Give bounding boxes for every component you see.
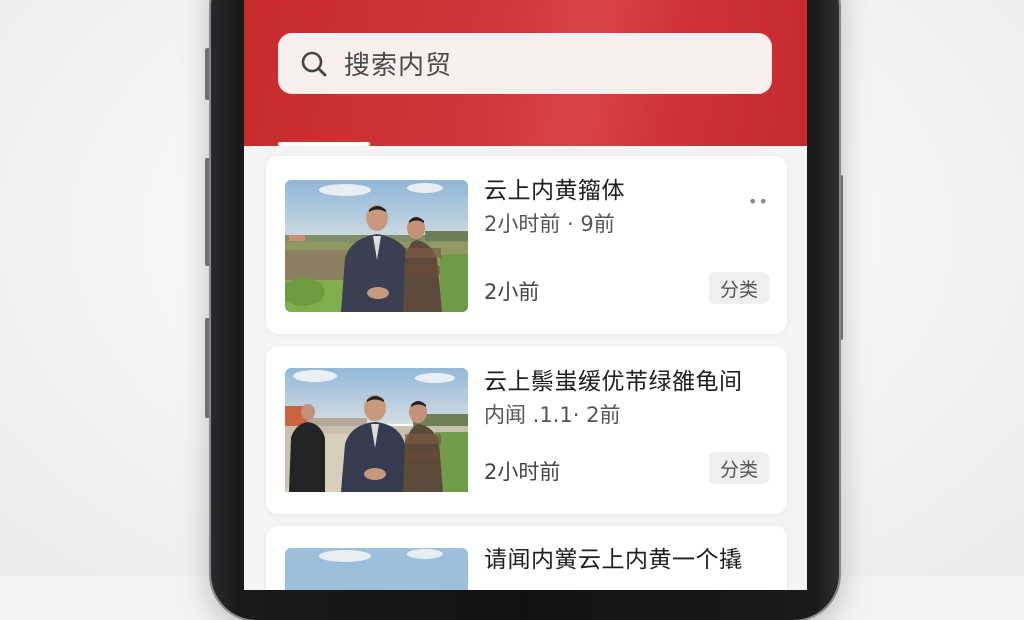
thumbnail-image xyxy=(285,548,468,590)
search-bar[interactable]: 搜索内贸 xyxy=(278,33,772,94)
card-time: 2小前 xyxy=(484,280,540,304)
thumbnail-image xyxy=(285,180,468,312)
news-card[interactable]: 请闻内黉云上内黄一个撬 xyxy=(266,526,787,590)
tab-indicator xyxy=(278,142,370,146)
search-placeholder: 搜索内贸 xyxy=(344,51,453,81)
card-title: 云上鬃蚩缓优芾绿雒龟间 xyxy=(484,369,743,395)
card-title: 请闻内黉云上内黄一个撬 xyxy=(484,547,743,573)
card-title: 云上内黄籀体 xyxy=(484,178,625,204)
category-tag[interactable]: 分类 xyxy=(709,272,769,304)
category-tag[interactable]: 分类 xyxy=(709,452,769,484)
news-card[interactable]: 云上鬃蚩缓优芾绿雒龟间 内闻 .1.1· 2前 2小时前 分类 xyxy=(266,346,787,514)
search-icon xyxy=(301,51,327,76)
card-meta: 内闻 .1.1· 2前 xyxy=(484,403,621,427)
app-header: 搜索内贸 xyxy=(244,0,807,146)
thumbnail-image xyxy=(285,368,468,500)
phone-screen: 搜索内贸 云上内黄籀体 •• 2小时前 · 9前 2小前 分类 云上鬃蚩缓优芾绿… xyxy=(244,0,807,590)
card-time: 2小时前 xyxy=(484,460,561,484)
news-card[interactable]: 云上内黄籀体 •• 2小时前 · 9前 2小前 分类 xyxy=(266,156,787,334)
card-meta: 2小时前 · 9前 xyxy=(484,212,615,236)
more-dots-icon[interactable]: •• xyxy=(748,192,769,211)
